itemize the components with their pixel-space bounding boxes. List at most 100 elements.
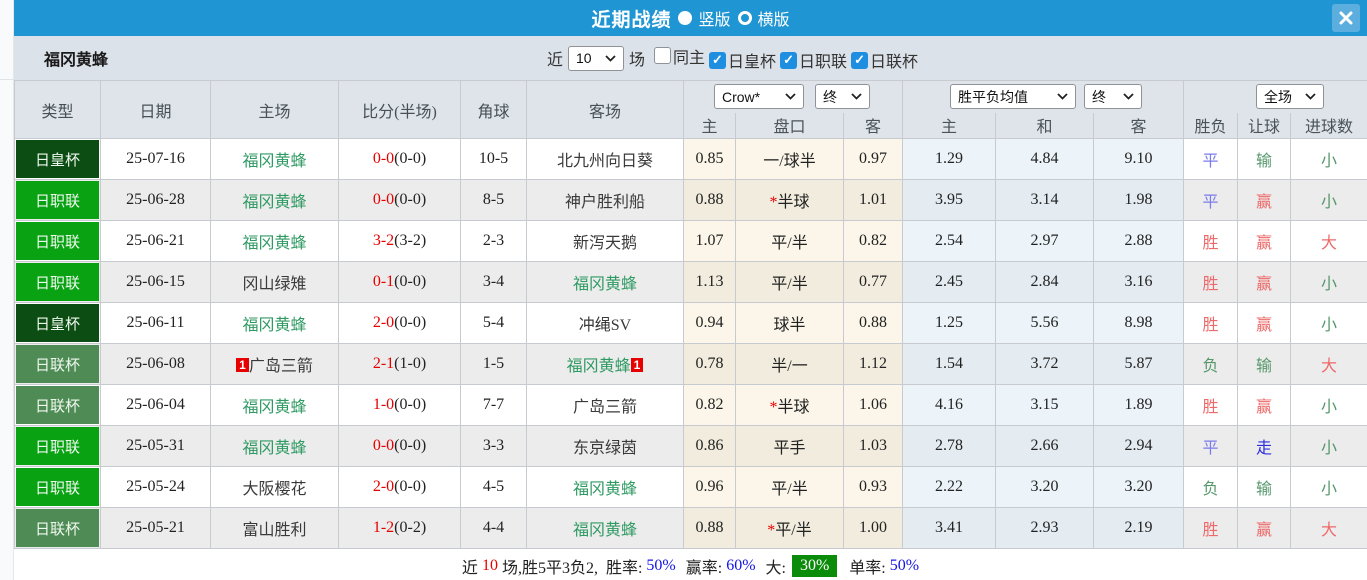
asian-handicap: *平/半	[735, 507, 844, 549]
league-type-cell: 日职联	[14, 466, 101, 508]
filter-bar: 福冈黄蜂 近 10 场 同主 ✓ 日皇杯 ✓ 日职联 ✓ 日联杯	[14, 36, 1367, 80]
result-win-draw-lose: 胜	[1183, 261, 1239, 303]
away-team: 冲绳SV	[526, 302, 684, 344]
halftime-score: (1-0)	[394, 355, 427, 372]
subheader-handicap-result: 让球	[1237, 112, 1292, 139]
league-type-cell: 日皇杯	[14, 138, 101, 180]
away-team: 东京绿茵	[526, 425, 684, 467]
fulltime-score: 0-0	[372, 191, 395, 208]
filter-checkbox-label: 日职联	[799, 54, 848, 72]
result-win-draw-lose: 负	[1183, 466, 1239, 508]
home-team: 福冈黄蜂	[210, 302, 339, 344]
corner-count: 3-3	[460, 425, 527, 467]
home-team: 福冈黄蜂	[210, 220, 339, 262]
header-away: 客场	[526, 80, 684, 139]
league-type-cell: 日职联	[14, 179, 101, 221]
asian-handicap: 球半	[735, 302, 844, 344]
match-score: 2-0(0-0)	[338, 302, 461, 344]
filter-checkbox-日职联[interactable]: ✓ 日职联	[780, 48, 847, 72]
chevron-down-icon	[851, 93, 862, 101]
footer-prefix: 近	[461, 559, 478, 577]
asian-odds-away: 1.01	[842, 179, 904, 221]
result-win-draw-lose: 胜	[1183, 384, 1239, 426]
home-team: 冈山绿雉	[210, 261, 339, 303]
live-star-marker: *	[767, 522, 776, 539]
result-win-draw-lose: 平	[1183, 425, 1239, 467]
league-type-cell: 日联杯	[14, 343, 101, 385]
team-name-text: 福冈黄蜂	[572, 522, 637, 539]
result-handicap: 赢	[1237, 261, 1292, 303]
radio-selected-icon	[678, 11, 693, 25]
home-team: 福冈黄蜂	[210, 425, 339, 467]
recent-count-select[interactable]: 10	[567, 45, 624, 71]
asian-odds-home: 0.82	[683, 384, 736, 426]
euro-time-value: 终	[1092, 88, 1107, 105]
chevron-down-icon	[1305, 93, 1316, 101]
bookmaker-select[interactable]: Crow*	[714, 84, 804, 110]
asian-handicap: 平/半	[735, 261, 844, 303]
asian-odds-away: 1.00	[842, 507, 904, 549]
match-score: 2-1(1-0)	[338, 343, 461, 385]
euro-odds-away: 5.87	[1093, 343, 1185, 385]
scope-select[interactable]: 全场	[1256, 84, 1325, 110]
team-name-text: 福冈黄蜂	[242, 153, 307, 170]
team-name-text: 新泻天鹅	[572, 235, 637, 252]
team-name-text: 东京绿茵	[572, 440, 637, 457]
match-score: 3-2(3-2)	[338, 220, 461, 262]
euro-odds-draw: 2.97	[995, 220, 1095, 262]
home-team: 福冈黄蜂	[210, 179, 339, 221]
match-date: 25-05-21	[100, 507, 211, 549]
fulltime-score: 0-0	[372, 150, 395, 167]
result-handicap: 赢	[1237, 302, 1292, 344]
away-team: 福冈黄蜂	[526, 466, 684, 508]
result-over-under: 小	[1290, 466, 1367, 508]
layout-radio-horizontal[interactable]: 横版	[737, 6, 790, 30]
match-row: 日皇杯 25-06-11 福冈黄蜂 2-0(0-0) 5-4 冲绳SV 0.94 球半 0.88…	[14, 302, 1367, 344]
result-over-under: 大	[1290, 343, 1367, 385]
corner-count: 5-4	[460, 302, 527, 344]
footer-big-rate-badge: 30%	[791, 554, 838, 577]
euro-odds-home: 2.54	[902, 220, 997, 262]
euro-odds-away: 1.98	[1093, 179, 1185, 221]
radio-horizontal-label: 横版	[757, 12, 790, 29]
euro-odds-draw: 3.14	[995, 179, 1095, 221]
match-date: 25-06-04	[100, 384, 211, 426]
close-button[interactable]	[1332, 4, 1360, 32]
subheader-euro-away: 客	[1093, 112, 1185, 139]
team-name-text: 神户胜利船	[564, 194, 645, 211]
footer-count: 10	[481, 556, 498, 574]
league-type-cell: 日职联	[14, 261, 101, 303]
summary-footer: 近 10 场,胜5平3负2, 胜率: 50% 赢率: 60% 大: 30% 单率: 50%	[14, 549, 1367, 580]
subheader-goals: 进球数	[1290, 112, 1367, 139]
title-group: 近期战绩 竖版 横版	[591, 5, 789, 32]
asian-odds-home: 0.94	[683, 302, 736, 344]
euro-odds-draw: 2.84	[995, 261, 1095, 303]
header-type: 类型	[14, 80, 101, 139]
fulltime-score: 2-0	[372, 314, 395, 331]
euro-time-select[interactable]: 终	[1084, 84, 1143, 110]
result-over-under: 小	[1290, 384, 1367, 426]
euro-odds-draw: 2.66	[995, 425, 1095, 467]
euro-odds-away: 2.88	[1093, 220, 1185, 262]
result-win-draw-lose: 胜	[1183, 507, 1239, 549]
euro-odds-draw: 3.15	[995, 384, 1095, 426]
filter-checkbox-同主[interactable]: 同主	[653, 44, 705, 68]
league-type-cell: 日联杯	[14, 384, 101, 426]
filter-checkbox-日皇杯[interactable]: ✓ 日皇杯	[709, 48, 776, 72]
home-team: 1 广岛三箭	[210, 343, 339, 385]
layout-radio-vertical[interactable]: 竖版	[678, 6, 731, 30]
league-type-cell: 日职联	[14, 425, 101, 467]
page-background: 近期战绩 竖版 横版 福冈黄蜂 近 10 场 同主 ✓ 日皇杯 ✓ 日职联 ✓ …	[0, 0, 1367, 580]
result-win-draw-lose: 负	[1183, 343, 1239, 385]
filter-checkbox-日联杯[interactable]: ✓ 日联杯	[851, 48, 918, 72]
result-over-under: 小	[1290, 138, 1367, 180]
checkbox-checked-icon: ✓	[709, 51, 726, 69]
average-odds-select[interactable]: 胜平负均值	[950, 84, 1077, 110]
header-date: 日期	[100, 80, 211, 139]
popup-titlebar: 近期战绩 竖版 横版	[14, 0, 1367, 36]
asian-time-value: 终	[823, 88, 837, 105]
result-over-under: 小	[1290, 425, 1367, 467]
asian-time-select[interactable]: 终	[815, 84, 870, 110]
euro-odds-draw: 3.20	[995, 466, 1095, 508]
asian-handicap: 平/半	[735, 466, 844, 508]
